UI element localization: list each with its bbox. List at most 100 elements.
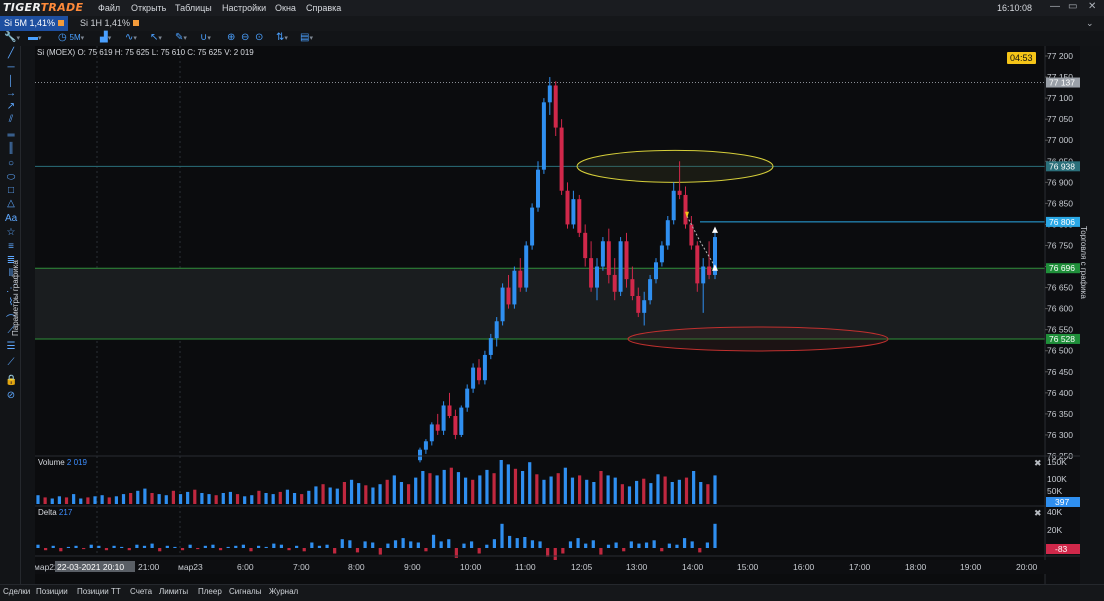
candle-body [612, 274, 617, 292]
time-tick-label: 6:00 [237, 562, 254, 572]
resistance-ellipse [576, 149, 774, 183]
ruler-tool-icon[interactable]: ⟋ [5, 357, 17, 368]
support-ellipse [627, 326, 889, 352]
volume-bar [271, 494, 275, 504]
candle-body [630, 279, 635, 296]
volume-bar [285, 489, 290, 504]
folder-icon[interactable]: ▬▾ [28, 32, 42, 43]
vline-tool-icon[interactable]: │ [5, 76, 17, 87]
volume-bar [136, 490, 140, 504]
menu-settings[interactable]: Настройки [222, 3, 266, 13]
vparallel-tool-icon[interactable]: ║ [5, 143, 17, 154]
bottom-tab-journal[interactable]: Журнал [269, 587, 298, 596]
delta-bar [561, 548, 565, 554]
volume-bar [214, 495, 218, 504]
ellipse-tool-icon[interactable]: ⬭ [5, 172, 17, 183]
arrow-tool-icon[interactable]: ↗ [5, 101, 17, 112]
candle-body [530, 207, 535, 246]
bottom-tab-positions-tt[interactable]: Позиции ТТ [77, 587, 121, 596]
candle-body [459, 407, 464, 435]
bottom-tab-limits[interactable]: Лимиты [159, 587, 188, 596]
candle-body [471, 367, 476, 389]
chart-type-icon[interactable]: ▟▾ [100, 32, 111, 43]
text-tool-icon[interactable]: Aa [5, 213, 17, 224]
delta-bar [295, 545, 299, 548]
price-badge-label: 76 938 [1049, 161, 1075, 171]
tab-si-1h[interactable]: Si 1H 1,41% [76, 16, 143, 31]
parallel-tool-icon[interactable]: ═ [5, 130, 17, 141]
delta-bar [614, 542, 618, 548]
chart-trading-panel[interactable]: Торговля с графика [1079, 46, 1104, 584]
zoom-reset-icon[interactable]: ⊙ [255, 32, 263, 43]
channel-tool-icon[interactable]: ⫽ [5, 114, 17, 125]
tab-si-5m[interactable]: Si 5M 1,41% [0, 16, 69, 31]
timeframe-selector[interactable]: ◷ 5M▾ [58, 32, 84, 43]
ohlc-header: Si (MOEX) O: 75 619 H: 75 625 L: 75 610 … [37, 48, 254, 57]
bottom-tab-trades[interactable]: Сделки [3, 587, 30, 596]
volume-bar [100, 495, 104, 504]
delta-bar [675, 544, 679, 548]
volume-bar [570, 477, 575, 504]
star-tool-icon[interactable]: ☆ [5, 227, 17, 238]
volume-bar [585, 479, 589, 504]
ray-tool-icon[interactable]: → [5, 88, 17, 99]
bottom-tab-signals[interactable]: Сигналы [229, 587, 261, 596]
wrench-icon[interactable]: 🔧▾ [4, 32, 20, 43]
price-badge-label: 76 696 [1049, 263, 1075, 273]
fib-tool-icon[interactable]: ≡ [5, 241, 17, 252]
close-delta-pane-icon[interactable]: ✖ [1034, 508, 1042, 519]
zoom-out-icon[interactable]: ⊖ [241, 32, 249, 43]
candle-body [477, 367, 481, 381]
chart-area[interactable]: 77 20077 15077 10077 05077 00076 95076 9… [35, 46, 1080, 584]
volume-bar [627, 486, 632, 504]
volume-bar [143, 488, 147, 504]
delta-bar [127, 548, 131, 551]
pencil-icon[interactable]: ✎▾ [175, 32, 187, 43]
chart-params-panel[interactable]: Параметры графика [11, 46, 35, 584]
delta-bar [150, 543, 154, 548]
candle-body [494, 321, 499, 339]
candle-body [671, 190, 676, 221]
line-tool-icon[interactable]: ╱ [5, 48, 17, 59]
lock-icon[interactable]: 🔒 [5, 375, 17, 386]
delta-bar [462, 543, 466, 548]
minimize-button[interactable]: — [1050, 1, 1060, 12]
indicators-icon[interactable]: ∿▾ [125, 32, 137, 43]
delta-bar [546, 548, 550, 557]
triangle-tool-icon[interactable]: △ [5, 198, 17, 209]
list-tool-icon[interactable]: ☰ [5, 341, 17, 352]
zoom-in-icon[interactable]: ⊕ [227, 32, 235, 43]
delta-bar [249, 548, 253, 552]
delta-bar [66, 546, 71, 548]
volume-bar [706, 484, 710, 504]
candle-body [571, 199, 576, 225]
layout-icon[interactable]: ▤▾ [300, 32, 313, 43]
close-volume-pane-icon[interactable]: ✖ [1034, 458, 1042, 469]
menu-file[interactable]: Файл [98, 3, 120, 13]
volume-bar [357, 483, 361, 504]
bottom-tab-accounts[interactable]: Счета [130, 587, 152, 596]
menu-open[interactable]: Открыть [131, 3, 166, 13]
circle-tool-icon[interactable]: ○ [5, 158, 17, 169]
close-button[interactable]: ✕ [1088, 1, 1096, 12]
price-tick-label: 76 500 [1047, 346, 1073, 356]
chevron-down-icon[interactable]: ⌄ [1082, 16, 1098, 31]
hline-tool-icon[interactable]: ─ [5, 62, 17, 73]
time-tick-label: 11:00 [515, 562, 536, 572]
bottom-tab-positions[interactable]: Позиции [36, 587, 68, 596]
volume-bar [442, 469, 446, 504]
magnet-icon[interactable]: ∪▾ [200, 32, 211, 43]
menu-windows[interactable]: Окна [275, 3, 296, 13]
hide-icon[interactable]: ⊘ [5, 390, 17, 401]
menu-help[interactable]: Справка [306, 3, 341, 13]
bottom-tab-player[interactable]: Плеер [198, 587, 222, 596]
menu-tables[interactable]: Таблицы [175, 3, 212, 13]
maximize-button[interactable]: ▭ [1068, 1, 1077, 12]
rectangle-tool-icon[interactable]: □ [5, 185, 17, 196]
delta-bar [667, 543, 671, 548]
cursor-icon[interactable]: ↖▾ [150, 32, 162, 43]
candle-body [707, 266, 712, 275]
sort-icon[interactable]: ⇅▾ [276, 32, 288, 43]
volume-bar [278, 491, 282, 504]
delta-bar [371, 542, 375, 548]
